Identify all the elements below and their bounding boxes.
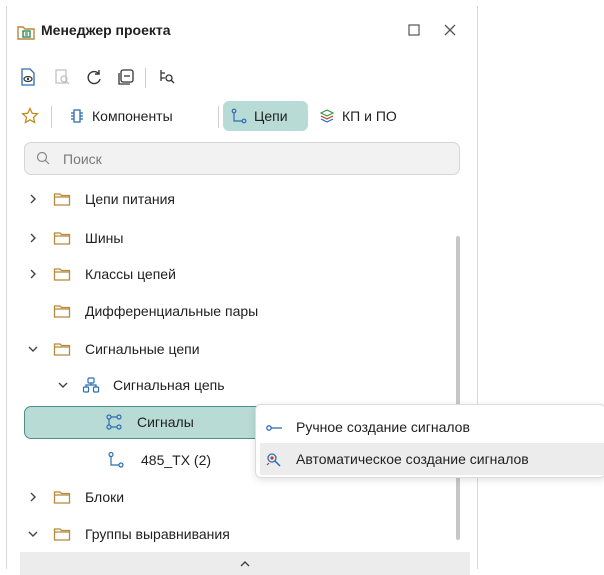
collapse-all-button[interactable]	[115, 66, 137, 88]
tab-components-label: Компоненты	[92, 108, 173, 124]
chevron-down-icon[interactable]	[26, 527, 40, 541]
chevron-right-icon[interactable]	[26, 267, 40, 281]
auto-signal-icon	[266, 453, 281, 467]
close-button[interactable]	[439, 19, 461, 41]
tree-item-label: Сигналы	[137, 414, 194, 430]
toolbar	[7, 62, 477, 92]
signals-icon	[106, 414, 122, 430]
search-box[interactable]	[24, 142, 460, 175]
folder-icon	[53, 491, 71, 504]
refresh-button[interactable]	[83, 66, 105, 88]
tree-item-label: Сигнальная цепь	[113, 377, 225, 393]
menu-item-label: Ручное создание сигналов	[296, 419, 470, 435]
tabs-divider-2	[218, 106, 219, 128]
document-search-disabled-icon	[55, 69, 70, 85]
search-input[interactable]	[63, 149, 443, 169]
menu-item-label: Автоматическое создание сигналов	[296, 451, 529, 467]
view-properties-button[interactable]	[17, 66, 39, 88]
scroll-up-bar[interactable]	[20, 552, 470, 575]
tab-components[interactable]: Компоненты	[61, 101, 219, 131]
folder-icon	[53, 305, 71, 318]
folder-icon	[53, 528, 71, 541]
tree-search-icon	[160, 70, 175, 84]
window-title: Менеджер проекта	[41, 22, 171, 38]
project-manager-icon	[17, 26, 35, 40]
manual-signal-icon	[266, 425, 282, 431]
folder-icon	[53, 232, 71, 245]
tab-nets[interactable]: Цепи	[223, 101, 308, 131]
folder-icon	[53, 193, 71, 206]
tree-item-label: Классы цепей	[85, 266, 176, 282]
chevron-down-icon[interactable]	[26, 342, 40, 356]
menu-item-auto-signal-creation[interactable]: Автоматическое создание сигналов	[260, 443, 604, 475]
toolbar-divider	[145, 68, 146, 88]
context-menu: Ручное создание сигналов Автоматическое …	[255, 404, 604, 478]
search-icon	[36, 151, 50, 165]
tree-item-label: Шины	[85, 230, 124, 246]
maximize-button[interactable]	[403, 19, 425, 41]
tree-item-label: Цепи питания	[85, 191, 176, 207]
folder-icon	[53, 343, 71, 356]
refresh-icon	[87, 70, 101, 85]
net-icon	[231, 108, 247, 124]
maximize-icon	[408, 24, 420, 36]
tree-item-signal-net[interactable]: Сигнальная цепь	[7, 369, 477, 401]
title-bar: Менеджер проекта	[7, 6, 477, 56]
net-icon	[108, 451, 124, 468]
tree-item-diff-pairs[interactable]: Дифференциальные пары	[7, 295, 477, 327]
close-icon	[444, 24, 456, 36]
tree-item-label: Дифференциальные пары	[85, 303, 259, 319]
tab-pads-vias[interactable]: КП и ПО	[319, 101, 429, 131]
tree-item-alignment-groups[interactable]: Группы выравнивания	[7, 518, 477, 550]
layers-icon	[319, 109, 335, 123]
menu-item-manual-signal-creation[interactable]: Ручное создание сигналов	[260, 411, 604, 443]
chevron-right-icon[interactable]	[26, 192, 40, 206]
project-manager-panel: Менеджер проекта Компоненты Цепи КП и ПО…	[6, 6, 478, 575]
tree-item-label: Блоки	[85, 489, 125, 505]
tree-item-power-nets[interactable]: Цепи питания	[7, 183, 477, 215]
star-icon	[21, 107, 39, 124]
chevron-down-icon[interactable]	[56, 378, 70, 392]
favorites-button[interactable]	[19, 105, 41, 127]
document-eye-icon	[21, 68, 35, 86]
tabs-divider-1	[51, 106, 52, 128]
chevron-right-icon[interactable]	[26, 490, 40, 504]
tree-item-label: Сигнальные цепи	[85, 341, 200, 357]
tree-item-label: Группы выравнивания	[85, 526, 230, 542]
tree-item-signal-nets[interactable]: Сигнальные цепи	[7, 333, 477, 365]
tab-nets-label: Цепи	[254, 108, 288, 124]
tree-item-blocks[interactable]: Блоки	[7, 481, 477, 513]
chevron-right-icon[interactable]	[26, 231, 40, 245]
tree-item-label: 485_TX (2)	[141, 452, 212, 468]
chevron-up-icon	[240, 560, 250, 566]
tab-pads-vias-label: КП и ПО	[342, 108, 397, 124]
folder-icon	[53, 268, 71, 281]
search-tree-button[interactable]	[155, 66, 177, 88]
find-in-document-button[interactable]	[51, 66, 73, 88]
component-icon	[71, 109, 83, 123]
collapse-all-icon	[118, 69, 134, 85]
signal-net-icon	[82, 377, 100, 393]
tree-item-buses[interactable]: Шины	[7, 222, 477, 254]
vertical-scrollbar[interactable]	[456, 236, 460, 540]
tree-item-net-classes[interactable]: Классы цепей	[7, 258, 477, 290]
tabs-bar: Компоненты Цепи КП и ПО	[7, 98, 477, 134]
